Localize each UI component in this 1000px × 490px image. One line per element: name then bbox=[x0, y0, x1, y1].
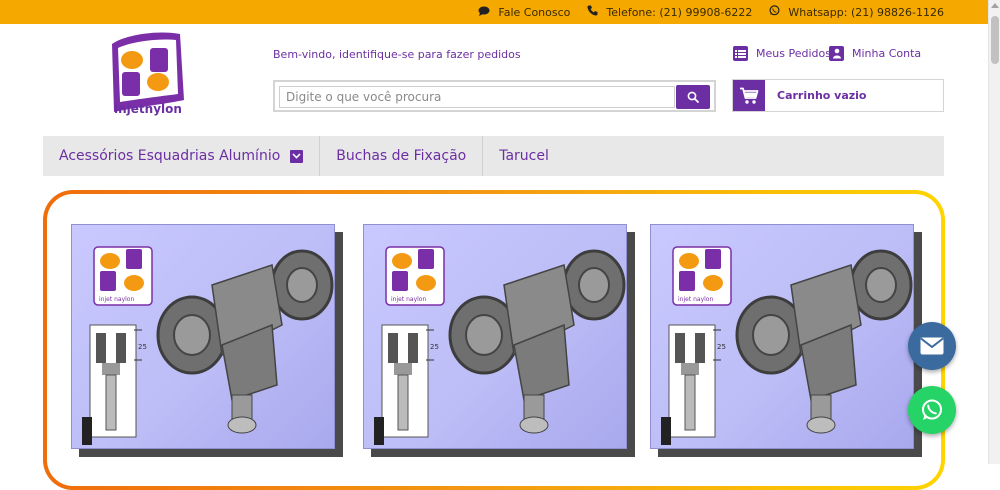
list-icon bbox=[733, 46, 748, 61]
search-icon bbox=[687, 91, 699, 103]
logo-text: injetnylon bbox=[114, 102, 182, 116]
product-image: injet naylon 25 bbox=[71, 224, 335, 449]
scrollbar-thumb[interactable] bbox=[991, 16, 999, 64]
product-logo-text: injet naylon bbox=[391, 296, 426, 303]
product-logo-text: injet naylon bbox=[99, 296, 134, 303]
phone-icon bbox=[587, 5, 598, 19]
my-account-link[interactable]: Minha Conta bbox=[829, 46, 921, 61]
whatsapp-icon bbox=[769, 5, 780, 19]
whatsapp-link[interactable]: Whatsapp: (21) 98826-1126 bbox=[769, 5, 944, 19]
product-card[interactable]: injet naylon 25 bbox=[71, 224, 343, 457]
hero-banner[interactable]: injet naylon 25 injet naylon 25 injet na… bbox=[43, 190, 945, 490]
cart-button[interactable]: Carrinho vazio bbox=[732, 79, 944, 112]
search-button[interactable] bbox=[676, 85, 710, 109]
user-icon bbox=[829, 46, 844, 61]
dimension-label: 25 bbox=[430, 343, 439, 351]
product-card[interactable]: injet naylon 25 bbox=[363, 224, 635, 457]
product-image: injet naylon 25 bbox=[650, 224, 914, 449]
nav-item-anchors[interactable]: Buchas de Fixação bbox=[320, 136, 484, 176]
welcome-message: Bem-vindo, identifique-se para fazer ped… bbox=[273, 48, 521, 61]
my-orders-label: Meus Pedidos bbox=[756, 47, 831, 60]
nav-item-tarucel[interactable]: Tarucel bbox=[483, 136, 565, 176]
banner-content: injet naylon 25 injet naylon 25 injet na… bbox=[47, 194, 941, 486]
phone-link[interactable]: Telefone: (21) 99908-6222 bbox=[587, 5, 752, 19]
nav-item-label: Tarucel bbox=[499, 148, 549, 164]
dimension-label: 25 bbox=[138, 343, 147, 351]
my-account-label: Minha Conta bbox=[852, 47, 922, 60]
email-contact-button[interactable] bbox=[908, 322, 956, 370]
cart-label: Carrinho vazio bbox=[777, 89, 867, 102]
scroll-up-icon[interactable] bbox=[991, 3, 999, 8]
chevron-down-icon[interactable] bbox=[290, 149, 304, 163]
mail-icon bbox=[920, 337, 944, 355]
search-box bbox=[273, 80, 716, 112]
nav-item-label: Acessórios Esquadrias Alumínio bbox=[59, 148, 281, 164]
cart-icon bbox=[733, 80, 765, 111]
top-bar: Fale Conosco Telefone: (21) 99908-6222 W… bbox=[0, 0, 988, 24]
phone-label: Telefone: (21) 99908-6222 bbox=[606, 5, 753, 19]
page-scrollbar[interactable] bbox=[988, 0, 1000, 464]
main-nav: Acessórios Esquadrias Alumínio Buchas de… bbox=[43, 136, 944, 176]
product-image: injet naylon 25 bbox=[363, 224, 627, 449]
chat-icon bbox=[478, 6, 490, 19]
product-logo-text: injet naylon bbox=[678, 296, 713, 303]
contact-link[interactable]: Fale Conosco bbox=[478, 6, 570, 19]
site-logo[interactable]: injetnylon bbox=[108, 30, 188, 122]
contact-label: Fale Conosco bbox=[498, 5, 571, 19]
nav-item-aluminum-accessories[interactable]: Acessórios Esquadrias Alumínio bbox=[43, 136, 321, 176]
dimension-label: 25 bbox=[717, 343, 726, 351]
whatsapp-chat-button[interactable] bbox=[908, 386, 956, 434]
nav-item-label: Buchas de Fixação bbox=[336, 148, 467, 164]
whatsapp-label: Whatsapp: (21) 98826-1126 bbox=[788, 5, 944, 19]
product-card[interactable]: injet naylon 25 bbox=[650, 224, 922, 457]
whatsapp-icon bbox=[922, 399, 942, 420]
search-input[interactable] bbox=[279, 86, 675, 108]
my-orders-link[interactable]: Meus Pedidos bbox=[733, 46, 831, 61]
